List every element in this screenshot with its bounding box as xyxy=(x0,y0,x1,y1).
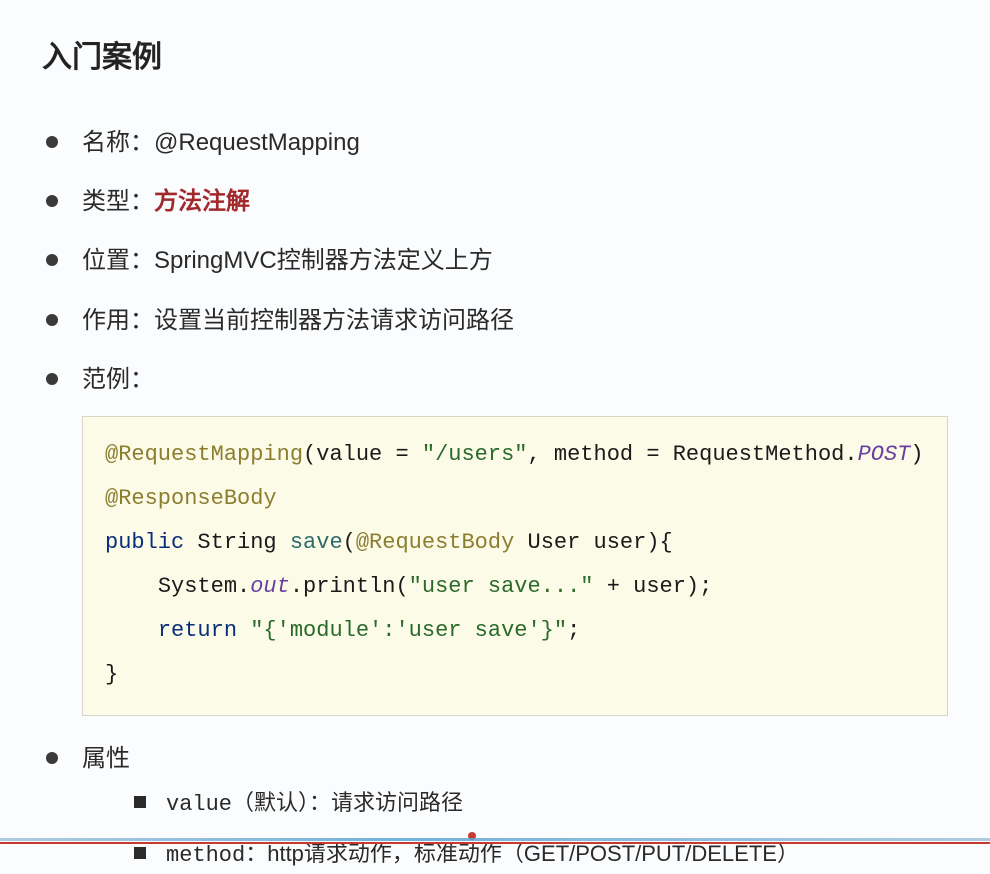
item-purpose: 作用：设置当前控制器方法请求访问路径 xyxy=(42,302,948,339)
code-token: "user save..." xyxy=(409,574,594,599)
code-token: public xyxy=(105,530,184,555)
code-token: @ResponseBody xyxy=(105,486,277,511)
type-value: 方法注解 xyxy=(154,188,250,215)
bottom-border-blue xyxy=(0,838,990,841)
code-token: save xyxy=(290,530,343,555)
attr-list: 属性 value（默认）：请求访问路径 method：http请求动作，标准动作… xyxy=(42,740,948,874)
item-position: 位置：SpringMVC控制器方法定义上方 xyxy=(42,242,948,279)
code-token xyxy=(105,618,158,643)
name-value: @RequestMapping xyxy=(154,129,360,156)
type-label: 类型： xyxy=(82,188,154,215)
example-label: 范例： xyxy=(82,366,154,393)
name-label: 名称： xyxy=(82,129,154,156)
code-token: String xyxy=(184,530,290,555)
code-token: return xyxy=(158,618,237,643)
attr-value-note: （默认）：请求访问路径 xyxy=(232,790,463,815)
code-token: User user){ xyxy=(514,530,672,555)
item-type: 类型：方法注解 xyxy=(42,183,948,220)
attr-label: 属性 xyxy=(82,745,130,772)
purpose-value: 设置当前控制器方法请求访问路径 xyxy=(154,307,514,334)
definition-list: 名称：@RequestMapping 类型：方法注解 位置：SpringMVC控… xyxy=(42,124,948,398)
item-attributes: 属性 value（默认）：请求访问路径 method：http请求动作，标准动作… xyxy=(42,740,948,874)
code-token: out xyxy=(250,574,290,599)
code-token: "{'module':'user save'}" xyxy=(250,618,567,643)
code-token: } xyxy=(105,662,118,687)
item-name: 名称：@RequestMapping xyxy=(42,124,948,161)
code-token: (value = xyxy=(303,442,422,467)
code-token: ; xyxy=(567,618,580,643)
code-token: "/users" xyxy=(422,442,528,467)
code-token: @RequestMapping xyxy=(105,442,303,467)
page-title: 入门案例 xyxy=(42,32,948,76)
attr-sublist: value（默认）：请求访问路径 method：http请求动作，标准动作（GE… xyxy=(130,785,948,873)
code-token: ( xyxy=(343,530,356,555)
code-example: @RequestMapping(value = "/users", method… xyxy=(82,416,948,716)
code-token: System. xyxy=(158,574,250,599)
purpose-label: 作用： xyxy=(82,307,154,334)
code-token: + user); xyxy=(594,574,713,599)
code-token: .println( xyxy=(290,574,409,599)
item-example: 范例： xyxy=(42,361,948,398)
attr-value-key: value xyxy=(166,792,232,817)
code-token xyxy=(105,574,158,599)
attr-value: value（默认）：请求访问路径 xyxy=(130,785,948,822)
code-token: ) xyxy=(910,442,923,467)
code-token: , method = RequestMethod. xyxy=(528,442,858,467)
bottom-border-red xyxy=(0,842,990,844)
code-token xyxy=(237,618,250,643)
bottom-border xyxy=(0,838,990,850)
code-token: @RequestBody xyxy=(356,530,514,555)
code-token: POST xyxy=(858,442,911,467)
position-label: 位置： xyxy=(82,247,154,274)
position-value: SpringMVC控制器方法定义上方 xyxy=(154,247,493,274)
